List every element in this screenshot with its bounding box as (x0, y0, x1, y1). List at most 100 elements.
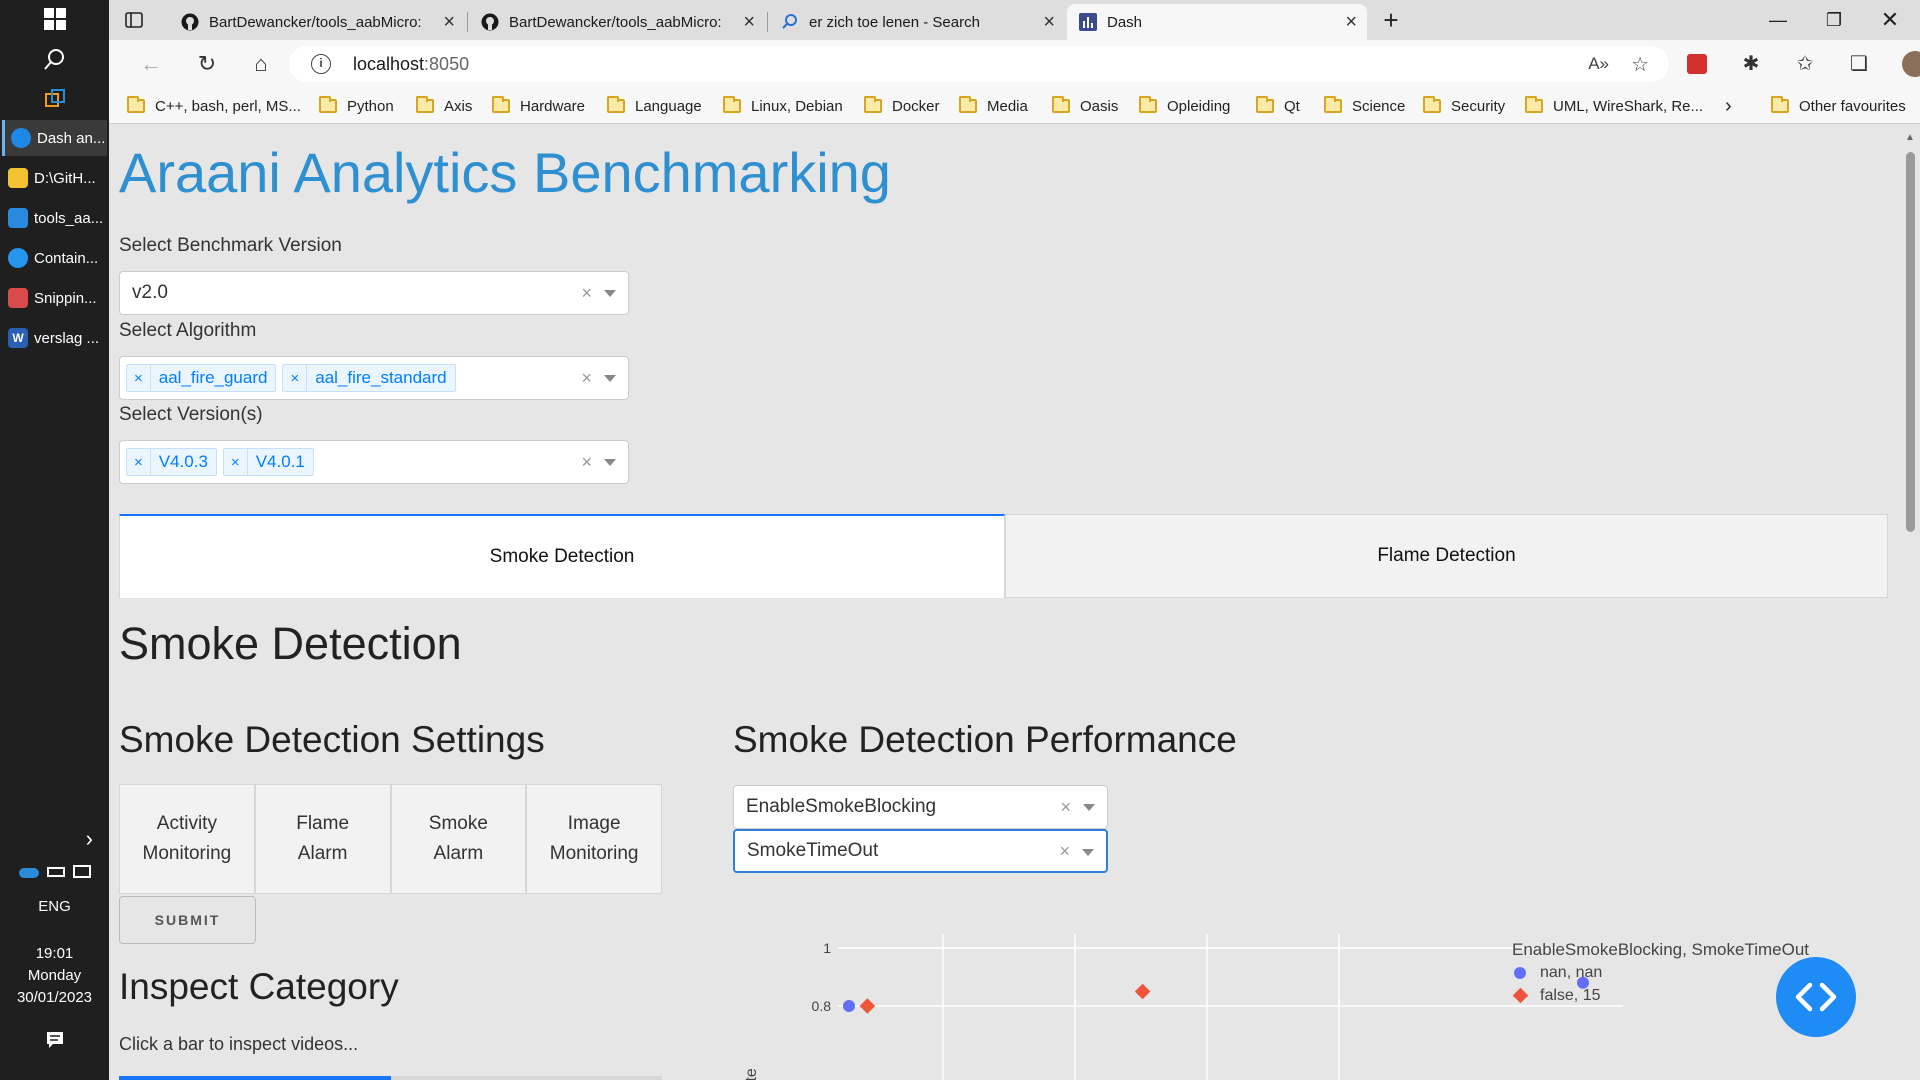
onedrive-cloud-icon[interactable] (18, 868, 39, 878)
bookmark-folder[interactable]: Python (319, 94, 394, 118)
bookmark-other-favourites[interactable]: Other favourites (1771, 94, 1906, 118)
tab-actions-icon[interactable] (109, 0, 159, 40)
param2-dropdown[interactable]: SmokeTimeOut × (733, 829, 1108, 873)
chevron-down-icon[interactable] (604, 375, 616, 382)
algorithm-multiselect[interactable]: × aal_fire_guard × aal_fire_standard × (119, 356, 629, 400)
favourites-icon[interactable]: ✩ (1789, 48, 1821, 80)
clock-time[interactable]: 19:01 (0, 945, 109, 962)
close-window-icon[interactable]: ✕ (1862, 0, 1918, 40)
legend-marker-circle (1514, 967, 1526, 979)
benchmark-version-dropdown[interactable]: v2.0 × (119, 271, 629, 315)
inspect-tab-selected[interactable] (119, 1076, 391, 1080)
chevron-down-icon[interactable] (604, 290, 616, 297)
page-scrollbar[interactable]: ▲ (1901, 124, 1920, 1080)
add-favourite-icon[interactable]: ☆ (1631, 52, 1649, 77)
site-info-icon[interactable]: i (311, 54, 331, 74)
data-point-series-2[interactable] (859, 998, 876, 1014)
scroll-up-icon[interactable]: ▲ (1905, 132, 1915, 143)
settings-tab-flame-alarm[interactable]: Flame Alarm (254, 784, 391, 894)
bookmark-folder[interactable]: Docker (864, 94, 940, 118)
bookmark-folder[interactable]: C++, bash, perl, MS... (127, 94, 301, 118)
legend-item-series-2[interactable]: false, 15 (1512, 987, 1600, 1005)
submit-button[interactable]: SUBMIT (119, 896, 256, 944)
legend-item-series-1[interactable]: nan, nan (1514, 964, 1602, 982)
task-view-icon[interactable] (0, 80, 109, 121)
system-tray (0, 862, 109, 878)
scrollbar-thumb[interactable] (1906, 152, 1915, 532)
browser-tab-dash[interactable]: Dash × (1067, 4, 1367, 40)
close-tab-icon[interactable]: × (743, 11, 755, 34)
bookmark-folder[interactable]: UML, WireShark, Re... (1525, 94, 1703, 118)
new-tab-icon[interactable]: + (1371, 0, 1411, 40)
address-bar[interactable]: i localhost:8050 A» ☆ (289, 46, 1669, 82)
battery-icon[interactable] (46, 867, 65, 877)
clear-icon[interactable]: × (1059, 841, 1070, 862)
back-icon[interactable]: ← (135, 48, 167, 80)
inspect-tab[interactable] (391, 1076, 662, 1080)
settings-tab-smoke-alarm[interactable]: Smoke Alarm (390, 784, 527, 894)
bookmark-folder[interactable]: Security (1423, 94, 1505, 118)
settings-tab-image-monitoring[interactable]: Image Monitoring (526, 784, 662, 894)
tab-flame-detection[interactable]: Flame Detection (1005, 514, 1888, 598)
search-icon[interactable] (0, 40, 109, 81)
browser-tab-search[interactable]: er zich toe lenen - Search × (769, 4, 1065, 40)
bookmark-folder[interactable]: Oasis (1052, 94, 1118, 118)
bookmark-folder[interactable]: Qt (1256, 94, 1300, 118)
clear-icon[interactable]: × (581, 368, 592, 389)
chevron-down-icon[interactable] (604, 459, 616, 466)
read-aloud-icon[interactable]: A» (1588, 54, 1609, 74)
profile-avatar[interactable] (1899, 48, 1920, 80)
home-icon[interactable]: ⌂ (245, 48, 277, 80)
taskbar-app-docker[interactable]: Contain... (2, 240, 107, 276)
data-point-series-2[interactable] (1134, 983, 1151, 1000)
close-tab-icon[interactable]: × (1345, 11, 1357, 34)
param1-dropdown[interactable]: EnableSmokeBlocking × (733, 785, 1108, 829)
restore-icon[interactable]: ❐ (1806, 0, 1862, 40)
clear-icon[interactable]: × (581, 452, 592, 473)
bookmark-folder[interactable]: Opleiding (1139, 94, 1230, 118)
versions-multiselect[interactable]: × V4.0.3 × V4.0.1 × (119, 440, 629, 484)
clock-day[interactable]: Monday (0, 967, 109, 984)
chevron-down-icon[interactable] (1082, 849, 1094, 856)
minimize-icon[interactable]: — (1750, 0, 1806, 40)
tab-smoke-detection[interactable]: Smoke Detection (119, 514, 1005, 598)
remove-chip-icon[interactable]: × (127, 449, 151, 475)
chevron-down-icon[interactable] (1083, 804, 1095, 811)
bookmark-folder[interactable]: Hardware (492, 94, 585, 118)
bookmark-folder[interactable]: Science (1324, 94, 1405, 118)
taskbar-app-word[interactable]: W verslag ... (2, 320, 107, 356)
bookmark-folder[interactable]: Axis (416, 94, 472, 118)
windows-start-icon[interactable] (0, 0, 109, 41)
taskbar-app-vscode[interactable]: tools_aa... (2, 200, 107, 236)
remove-chip-icon[interactable]: × (283, 365, 308, 391)
settings-tab-activity-monitoring[interactable]: Activity Monitoring (119, 784, 255, 894)
extension-red-icon[interactable] (1681, 48, 1713, 80)
clear-icon[interactable]: × (581, 283, 592, 304)
taskbar-app-explorer[interactable]: D:\GitH... (2, 160, 107, 196)
dash-devtools-button[interactable] (1776, 957, 1856, 1037)
browser-tab-github-2[interactable]: BartDewancker/tools_aabMicro: × (469, 4, 765, 40)
taskbar-app-snipping[interactable]: Snippin... (2, 280, 107, 316)
language-indicator[interactable]: ENG (0, 898, 109, 915)
clock-date[interactable]: 30/01/2023 (0, 989, 109, 1006)
browser-tab-github-1[interactable]: BartDewancker/tools_aabMicro: × (169, 4, 465, 40)
bookmark-folder[interactable]: Linux, Debian (723, 94, 843, 118)
bookmark-folder[interactable]: Language (607, 94, 702, 118)
remove-chip-icon[interactable]: × (127, 365, 151, 391)
display-icon[interactable] (72, 865, 91, 878)
more-bookmarks-icon[interactable]: › (1725, 94, 1732, 118)
refresh-icon[interactable]: ↻ (191, 48, 223, 80)
chevron-right-icon[interactable]: › (0, 826, 109, 852)
bookmark-folder[interactable]: Media (959, 94, 1028, 118)
y-tick-label: 1 (823, 940, 831, 956)
notification-icon[interactable] (0, 1030, 109, 1054)
collections-icon[interactable]: ❏ (1843, 48, 1875, 80)
bookmark-label: Python (347, 97, 394, 115)
clear-icon[interactable]: × (1060, 797, 1071, 818)
close-tab-icon[interactable]: × (443, 11, 455, 34)
extensions-icon[interactable]: ✱ (1735, 48, 1767, 80)
data-point-series-1[interactable] (843, 1000, 855, 1012)
close-tab-icon[interactable]: × (1043, 11, 1055, 34)
taskbar-app-edge[interactable]: Dash an... (2, 120, 107, 156)
remove-chip-icon[interactable]: × (224, 449, 248, 475)
